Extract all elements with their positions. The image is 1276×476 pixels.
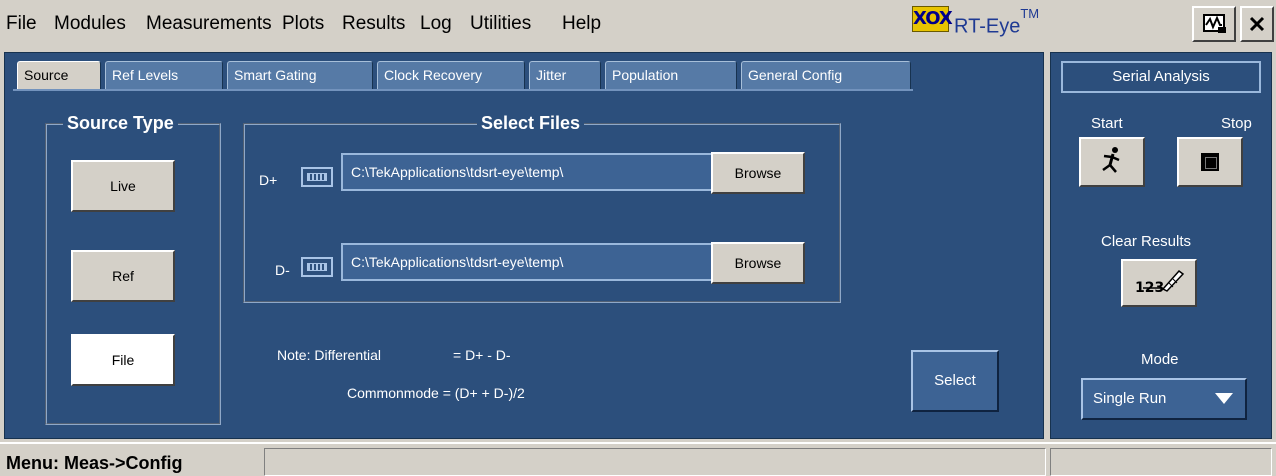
keyboard-icon[interactable]	[301, 257, 333, 277]
clear-results-button[interactable]: 123	[1121, 259, 1197, 307]
mode-value: Single Run	[1093, 390, 1167, 407]
start-button[interactable]	[1079, 137, 1145, 187]
start-label: Start	[1091, 115, 1123, 132]
chevron-down-icon	[1215, 393, 1233, 404]
stop-button[interactable]	[1177, 137, 1243, 187]
main-panel: Source Ref Levels Smart Gating Clock Rec…	[4, 52, 1044, 439]
serial-analysis-header: Serial Analysis	[1061, 61, 1261, 93]
running-man-icon	[1102, 147, 1120, 173]
serial-analysis-panel: Serial Analysis Start Stop Clear Results…	[1050, 52, 1272, 439]
menu-help[interactable]: Help	[562, 12, 601, 36]
select-button[interactable]: Select	[911, 350, 999, 412]
logo-text: XOX	[913, 8, 953, 29]
select-files-title: Select Files	[477, 113, 585, 134]
clear-results-icon: 123	[1135, 269, 1185, 296]
brand-tm: TM	[1020, 6, 1040, 21]
menu-file[interactable]: File	[6, 12, 37, 36]
note-differential-value: = D+ - D-	[453, 347, 511, 363]
tek-logo-icon: XOX	[912, 6, 953, 32]
source-type-title: Source Type	[63, 113, 178, 134]
stop-icon	[1201, 153, 1219, 171]
d-minus-browse-button[interactable]: Browse	[711, 242, 805, 284]
mode-dropdown[interactable]: Single Run	[1081, 378, 1247, 420]
tab-general-config[interactable]: General Config	[741, 61, 911, 89]
tab-source[interactable]: Source	[17, 61, 101, 91]
tab-ref-levels[interactable]: Ref Levels	[105, 61, 223, 89]
clear-results-label: Clear Results	[1101, 233, 1192, 250]
keyboard-icon[interactable]	[301, 167, 333, 187]
note-differential-label: Note: Differential	[277, 347, 382, 363]
status-pane-side	[1050, 448, 1272, 476]
minimize-button[interactable]	[1192, 6, 1236, 42]
tab-divider	[13, 89, 913, 91]
menu-log[interactable]: Log	[420, 12, 452, 36]
close-icon	[1249, 16, 1265, 32]
menu-results[interactable]: Results	[342, 12, 405, 36]
d-minus-label: D-	[275, 262, 290, 278]
close-button[interactable]	[1240, 6, 1274, 42]
file-button[interactable]: File	[71, 334, 175, 386]
tab-population[interactable]: Population	[605, 61, 737, 89]
app-brand: RT-EyeTM	[954, 6, 1039, 39]
status-bar: Menu: Meas->Config	[0, 442, 1276, 476]
ref-button[interactable]: Ref	[71, 250, 175, 302]
d-minus-path-input[interactable]: C:\TekApplications\tdsrt-eye\temp\	[341, 243, 713, 281]
menu-measurements[interactable]: Measurements	[146, 12, 272, 36]
menu-modules[interactable]: Modules	[54, 12, 126, 36]
menu-utilities[interactable]: Utilities	[470, 12, 531, 36]
brand-name: RT-Eye	[954, 15, 1021, 38]
tab-clock-recovery[interactable]: Clock Recovery	[377, 61, 525, 89]
tab-jitter[interactable]: Jitter	[529, 61, 601, 89]
note-commonmode: Commonmode = (D+ + D-)/2	[347, 385, 525, 401]
status-text: Menu: Meas->Config	[6, 453, 183, 473]
status-pane-main	[264, 448, 1046, 476]
tab-smart-gating[interactable]: Smart Gating	[227, 61, 373, 89]
d-plus-label: D+	[259, 172, 278, 188]
menu-bar: File Modules Measurements Plots Results …	[0, 0, 1276, 48]
waveform-icon	[1203, 14, 1226, 33]
stop-label: Stop	[1221, 115, 1252, 132]
d-plus-path-input[interactable]: C:\TekApplications\tdsrt-eye\temp\	[341, 153, 713, 191]
d-plus-browse-button[interactable]: Browse	[711, 152, 805, 194]
mode-label: Mode	[1141, 351, 1179, 368]
live-button[interactable]: Live	[71, 160, 175, 212]
menu-plots[interactable]: Plots	[282, 12, 324, 36]
